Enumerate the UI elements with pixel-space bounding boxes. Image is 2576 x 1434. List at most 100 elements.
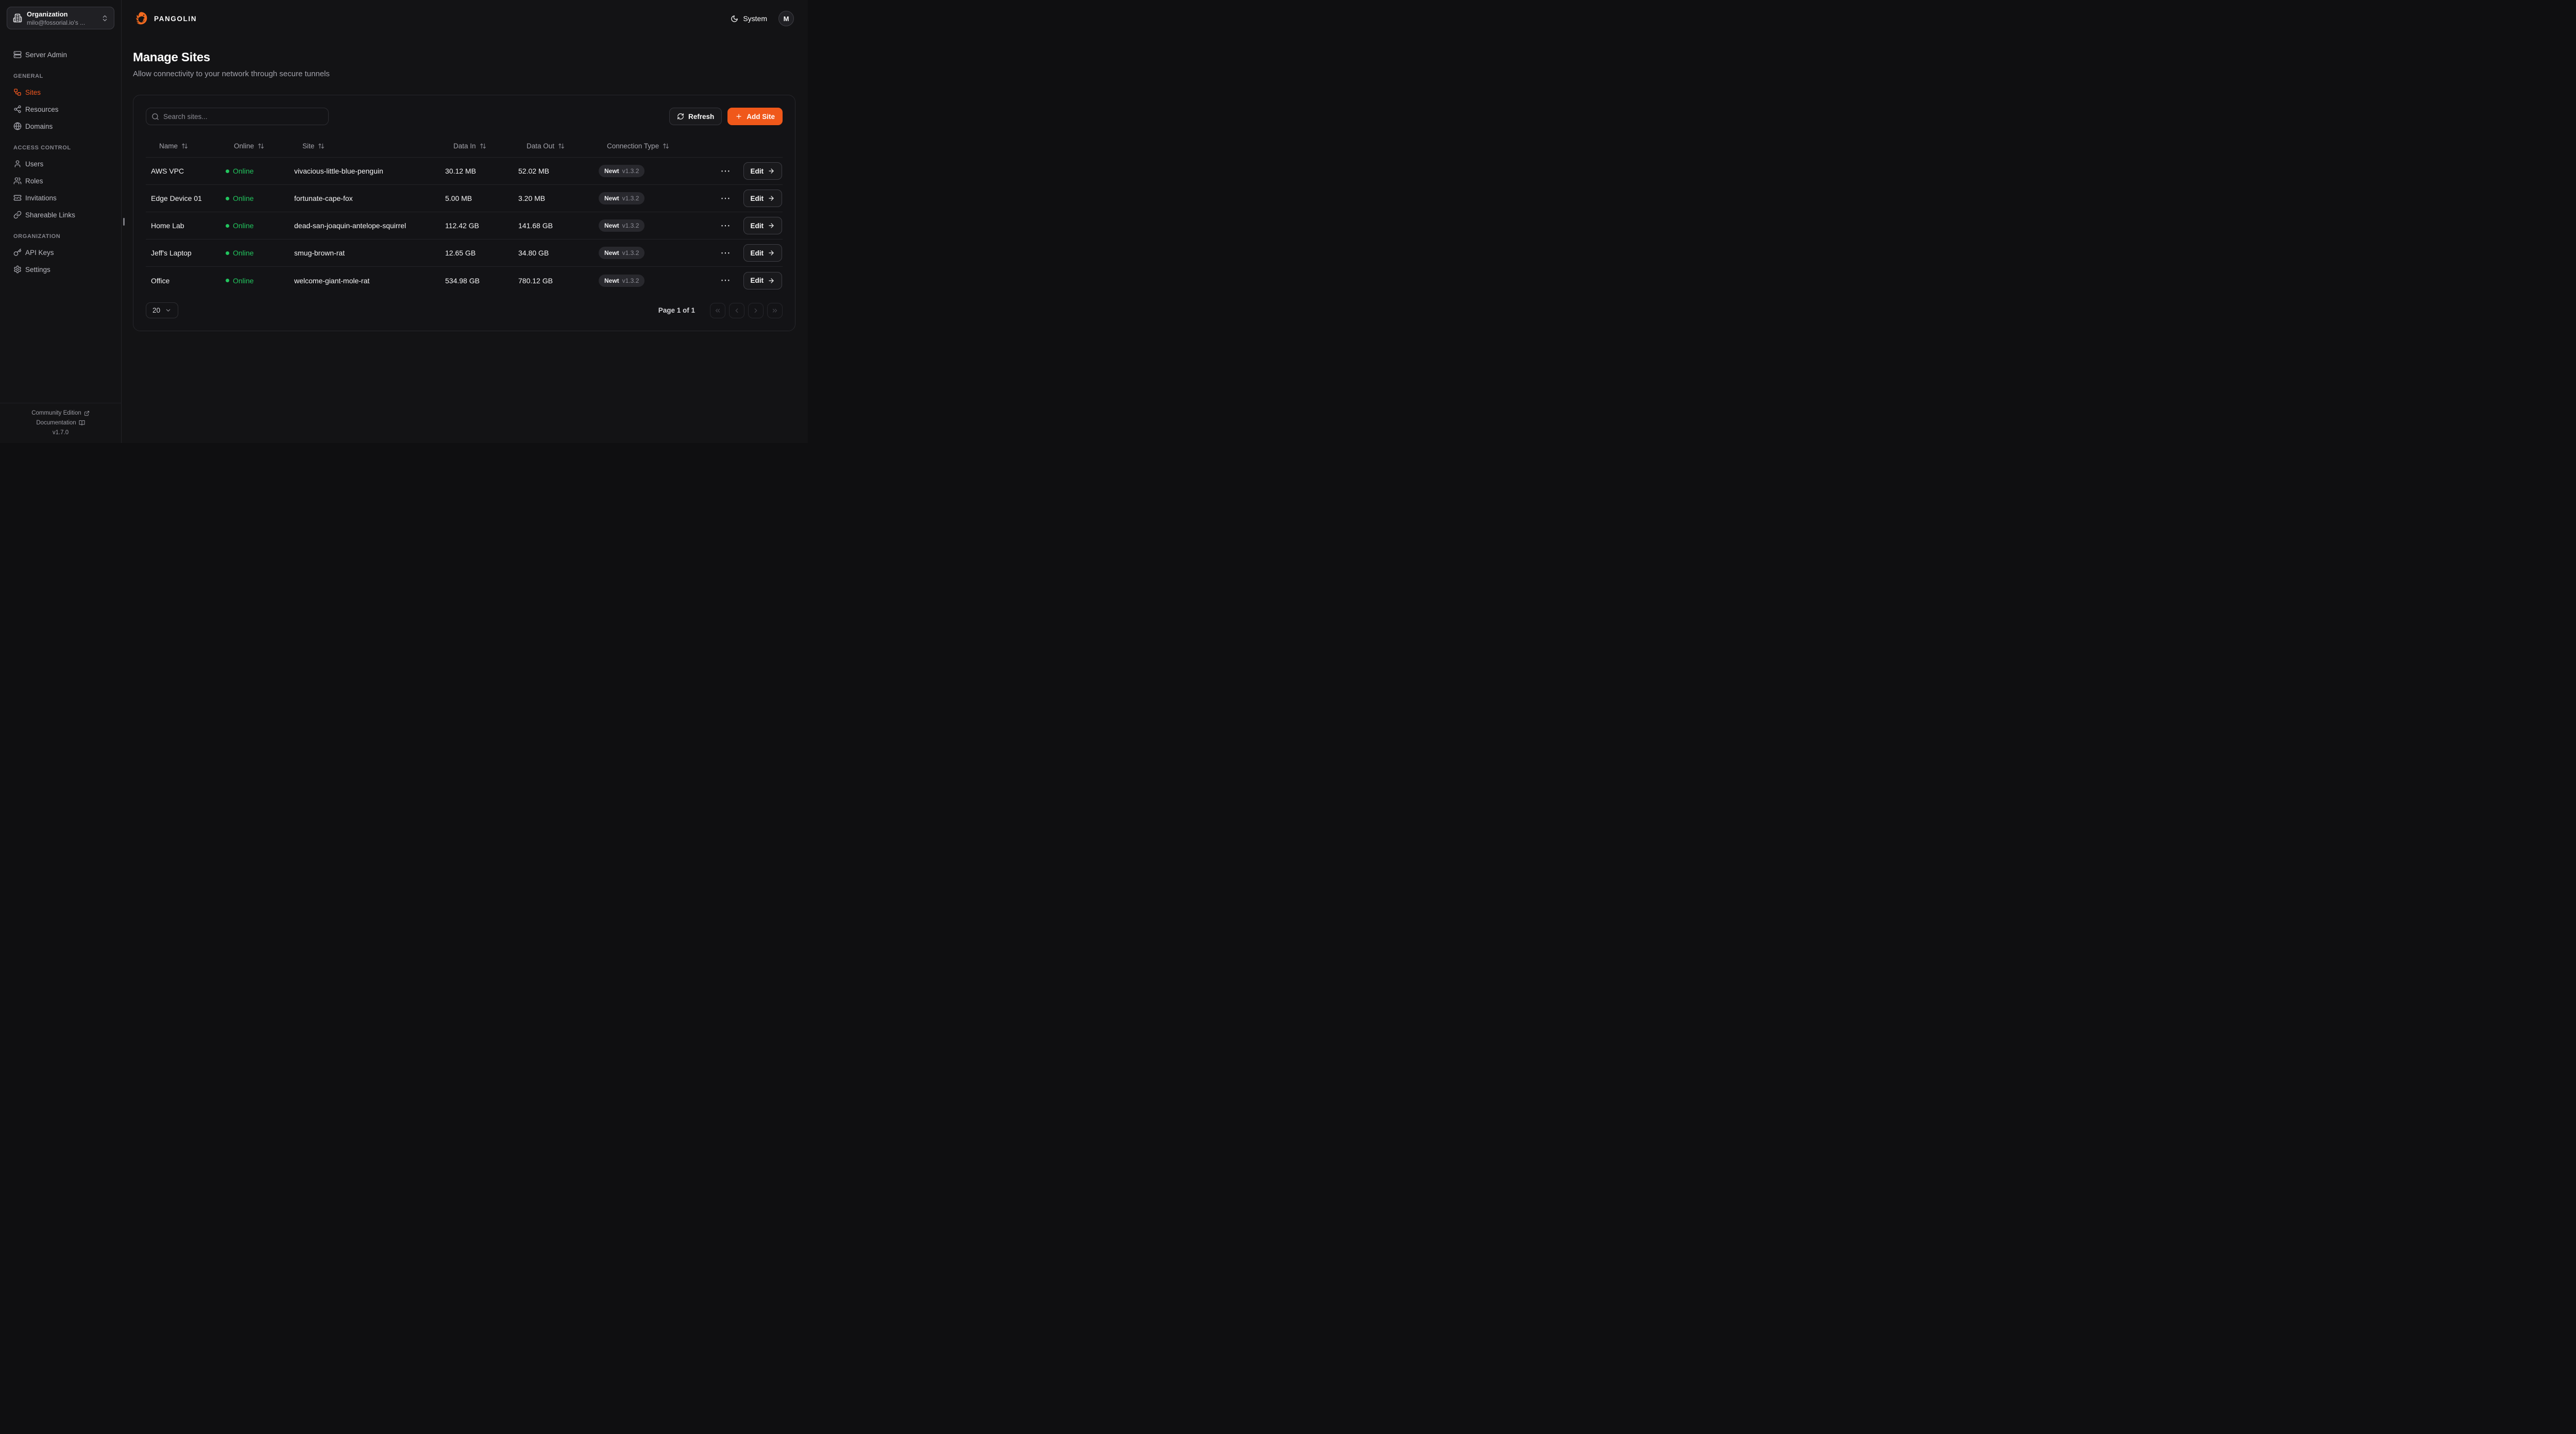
edit-button[interactable]: Edit: [743, 272, 783, 289]
online-status: Online: [233, 167, 253, 175]
plus-icon: [735, 113, 742, 120]
avatar[interactable]: M: [778, 11, 794, 26]
sidebar-item-label: Server Admin: [25, 51, 67, 59]
connection-type-badge: Newtv1.3.2: [599, 275, 645, 287]
brand-logo[interactable]: PANGOLIN: [133, 10, 197, 27]
site-name: Office: [146, 277, 221, 285]
connection-type-badge: Newtv1.3.2: [599, 247, 645, 259]
page-subtitle: Allow connectivity to your network throu…: [133, 70, 795, 78]
search-icon: [151, 113, 159, 121]
sidebar-item-label: Settings: [25, 266, 50, 274]
building-icon: [13, 13, 22, 23]
user-icon: [13, 160, 22, 168]
site-name: Home Lab: [146, 221, 221, 230]
online-status: Online: [233, 277, 253, 285]
sidebar-item-label: Resources: [25, 106, 59, 113]
online-status-dot: [226, 224, 229, 228]
sidebar-item-shareable-links[interactable]: Shareable Links: [7, 207, 114, 223]
connection-type-badge: Newtv1.3.2: [599, 219, 645, 232]
edit-button[interactable]: Edit: [743, 244, 783, 262]
site-slug: dead-san-joaquin-antelope-squirrel: [289, 221, 440, 230]
sidebar-item-settings[interactable]: Settings: [7, 262, 114, 277]
sidebar-item-label: Roles: [25, 177, 43, 185]
sidebar-item-server-admin[interactable]: Server Admin: [7, 47, 114, 62]
workflow-icon: [13, 88, 22, 96]
gear-icon: [13, 265, 22, 274]
sidebar-item-api-keys[interactable]: API Keys: [7, 245, 114, 260]
row-menu-button[interactable]: ⋯: [719, 275, 733, 286]
sidebar-item-label: Users: [25, 160, 43, 168]
prev-page-button[interactable]: [729, 303, 744, 318]
server-icon: [13, 50, 22, 59]
arrow-right-icon: [768, 167, 775, 175]
refresh-button[interactable]: Refresh: [669, 108, 722, 125]
last-page-button[interactable]: [767, 303, 783, 318]
org-switcher-title: Organization: [27, 10, 96, 18]
community-edition-link[interactable]: Community Edition: [5, 410, 116, 416]
refresh-icon: [677, 113, 684, 120]
edit-button[interactable]: Edit: [743, 162, 783, 180]
section-label-general: GENERAL: [13, 73, 114, 79]
search-box: [146, 108, 329, 125]
column-header-data-in[interactable]: Data In: [440, 142, 513, 150]
sidebar: Organization milo@fossorial.io's ... Ser…: [0, 0, 122, 443]
column-header-site[interactable]: Site: [289, 142, 440, 150]
arrow-up-down-icon: [318, 143, 325, 149]
connection-type-badge: Newtv1.3.2: [599, 165, 645, 177]
chevron-left-icon: [733, 307, 740, 314]
column-header-connection-type[interactable]: Connection Type: [594, 142, 711, 150]
data-out: 52.02 MB: [513, 167, 594, 175]
arrow-up-down-icon: [181, 143, 188, 149]
column-header-name[interactable]: Name: [146, 142, 221, 150]
data-in: 5.00 MB: [440, 194, 513, 202]
next-page-button[interactable]: [748, 303, 764, 318]
sidebar-resize-handle[interactable]: [123, 218, 125, 226]
org-switcher[interactable]: Organization milo@fossorial.io's ...: [7, 7, 114, 29]
edit-button[interactable]: Edit: [743, 190, 783, 207]
column-header-data-out[interactable]: Data Out: [513, 142, 594, 150]
first-page-button[interactable]: [710, 303, 725, 318]
arrow-up-down-icon: [558, 143, 565, 149]
data-out: 780.12 GB: [513, 277, 594, 285]
site-name: AWS VPC: [146, 167, 221, 175]
online-status-dot: [226, 197, 229, 200]
sidebar-item-roles[interactable]: Roles: [7, 173, 114, 189]
add-site-button[interactable]: Add Site: [727, 108, 783, 125]
link-icon: [13, 211, 22, 219]
chevrons-right-icon: [771, 307, 778, 314]
documentation-link[interactable]: Documentation: [5, 420, 116, 426]
column-header-online[interactable]: Online: [221, 142, 289, 150]
sites-card: Refresh Add Site Name: [133, 95, 795, 331]
row-menu-button[interactable]: ⋯: [719, 193, 733, 204]
sidebar-item-domains[interactable]: Domains: [7, 118, 114, 134]
chevrons-up-down-icon: [101, 14, 109, 22]
pangolin-swirl-icon: [133, 10, 149, 27]
arrow-right-icon: [768, 249, 775, 257]
ticket-check-icon: [13, 194, 22, 202]
chevron-right-icon: [752, 307, 759, 314]
sidebar-nav: Server Admin GENERAL Sites Resources Dom: [0, 32, 121, 403]
section-label-organization: ORGANIZATION: [13, 233, 114, 240]
edit-button[interactable]: Edit: [743, 217, 783, 234]
data-in: 534.98 GB: [440, 277, 513, 285]
sidebar-item-label: Sites: [25, 89, 41, 96]
data-out: 34.80 GB: [513, 249, 594, 257]
sidebar-item-invitations[interactable]: Invitations: [7, 190, 114, 206]
online-status-dot: [226, 169, 229, 173]
site-name: Jeff's Laptop: [146, 249, 221, 257]
app-version: v1.7.0: [5, 430, 116, 436]
users-icon: [13, 177, 22, 185]
row-menu-button[interactable]: ⋯: [719, 247, 733, 259]
sidebar-item-sites[interactable]: Sites: [7, 84, 114, 100]
sidebar-item-users[interactable]: Users: [7, 156, 114, 172]
chevron-down-icon: [165, 307, 172, 314]
theme-toggle[interactable]: System: [731, 14, 767, 23]
online-status-dot: [226, 279, 229, 282]
sidebar-item-resources[interactable]: Resources: [7, 101, 114, 117]
row-menu-button[interactable]: ⋯: [719, 220, 733, 232]
row-menu-button[interactable]: ⋯: [719, 165, 733, 177]
search-input[interactable]: [163, 113, 323, 121]
page-size-select[interactable]: 20: [146, 302, 178, 318]
external-link-icon: [84, 411, 90, 416]
sidebar-item-label: Invitations: [25, 194, 57, 202]
